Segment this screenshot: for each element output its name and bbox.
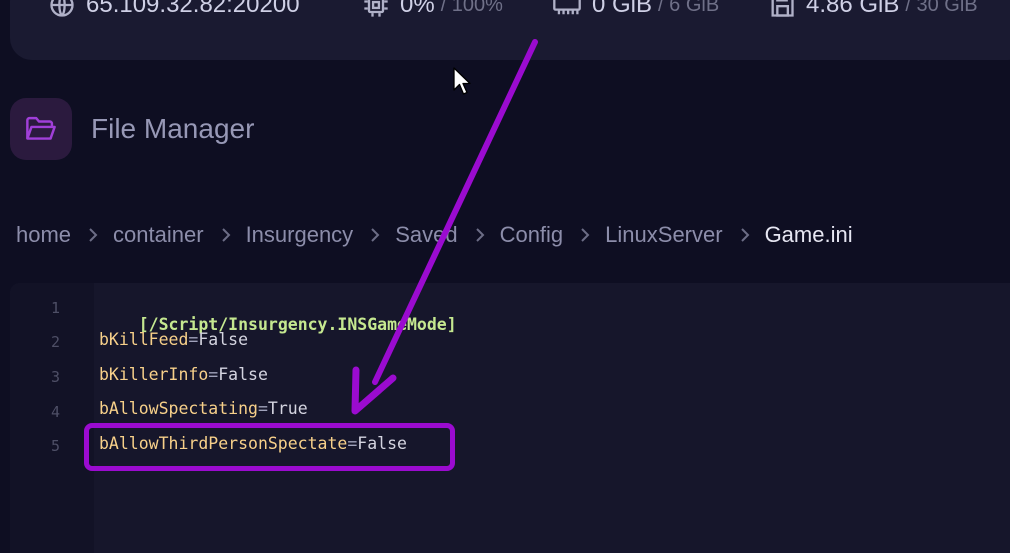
mouse-cursor-icon (453, 67, 473, 97)
equals-sign: = (188, 330, 198, 349)
chevron-right-icon (474, 226, 486, 244)
breadcrumb-item-insurgency[interactable]: Insurgency (246, 222, 354, 248)
config-value: False (198, 330, 248, 349)
breadcrumb-item-home[interactable]: home (16, 222, 71, 248)
cpu-icon (362, 0, 390, 19)
breadcrumb-item-config[interactable]: Config (500, 222, 564, 248)
line-number: 2 (10, 333, 60, 351)
stat-limit: / 100% (441, 0, 503, 17)
breadcrumb-item-linuxserver[interactable]: LinuxServer (605, 222, 722, 248)
line-number: 4 (10, 403, 60, 421)
breadcrumb: home container Insurgency Saved Config L… (16, 220, 853, 250)
stat-value: 0% (400, 0, 435, 19)
stat-memory: 0 GiB / 6 GiB (552, 0, 719, 20)
stat-limit: / 30 GiB (905, 0, 977, 17)
stat-value: 0 GiB (592, 0, 652, 19)
chevron-right-icon (579, 226, 591, 244)
chevron-right-icon (739, 226, 751, 244)
equals-sign: = (258, 399, 268, 418)
config-key: bKillFeed (99, 330, 188, 349)
code-line[interactable]: bAllowSpectating=True (99, 399, 308, 418)
breadcrumb-item-saved[interactable]: Saved (395, 222, 457, 248)
line-number: 3 (10, 368, 60, 386)
line-number-gutter: 1 2 3 4 5 (10, 283, 94, 553)
stat-value: 65.109.32.82:20200 (86, 0, 300, 19)
stat-address: 65.109.32.82:20200 (48, 0, 300, 20)
memory-icon (552, 0, 582, 19)
breadcrumb-item-current-file: Game.ini (765, 222, 853, 248)
config-value: True (268, 399, 308, 418)
globe-icon (48, 0, 76, 19)
folder-open-icon (10, 98, 72, 160)
config-key: bAllowSpectating (99, 399, 258, 418)
line-number: 1 (10, 299, 60, 317)
line-number: 5 (10, 437, 60, 455)
highlight-box-annotation (84, 423, 455, 471)
equals-sign: = (208, 365, 218, 384)
page-title: File Manager (91, 113, 254, 145)
config-value: False (218, 365, 268, 384)
chevron-right-icon (369, 226, 381, 244)
stat-value: 4.86 GiB (806, 0, 899, 19)
code-line[interactable]: bKillFeed=False (99, 330, 248, 349)
disk-icon (768, 0, 796, 19)
page-header: File Manager (10, 98, 254, 160)
stat-cpu: 0% / 100% (362, 0, 503, 20)
breadcrumb-item-container[interactable]: container (113, 222, 204, 248)
stat-disk: 4.86 GiB / 30 GiB (768, 0, 978, 20)
stat-limit: / 6 GiB (658, 0, 719, 17)
code-line[interactable]: bKillerInfo=False (99, 365, 268, 384)
config-key: bKillerInfo (99, 365, 208, 384)
code-editor[interactable]: 1 2 3 4 5 [/Script/Insurgency.INSGameMod… (10, 283, 1010, 553)
chevron-right-icon (87, 226, 99, 244)
chevron-right-icon (220, 226, 232, 244)
